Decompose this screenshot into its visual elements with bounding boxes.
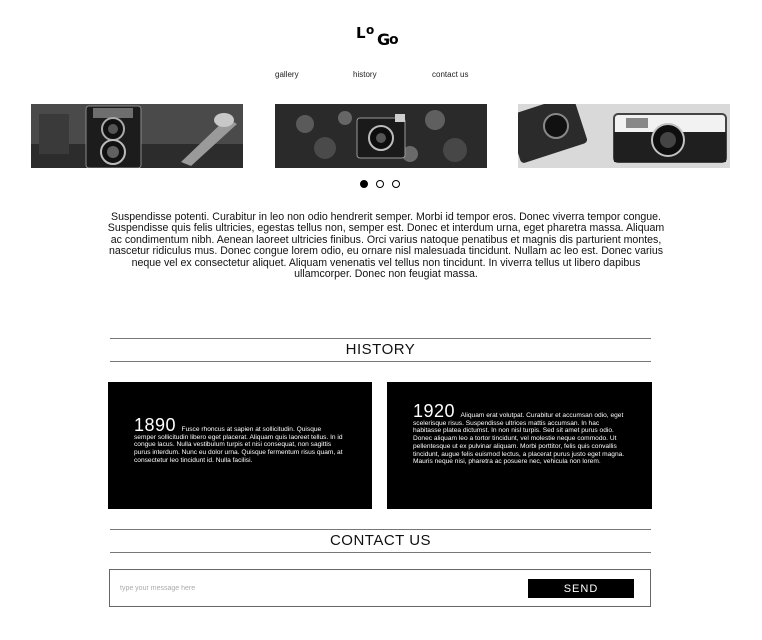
history-year-1920: 1920	[413, 401, 461, 421]
logo-letter-l: L	[356, 24, 366, 42]
contact-heading: CONTACT US	[110, 529, 651, 553]
nav-history[interactable]: history	[353, 69, 377, 81]
history-heading: HISTORY	[110, 338, 651, 362]
camera-with-flowers-photo	[275, 104, 487, 168]
intro-paragraph: Suspendisse potenti. Curabitur in leo no…	[107, 211, 665, 281]
logo[interactable]: L o G o	[356, 24, 410, 48]
history-card-1920: 1920 Aliquam erat volutpat. Curabitur et…	[387, 382, 652, 509]
history-heading-text: HISTORY	[345, 341, 416, 358]
carousel-dot-2[interactable]	[376, 180, 384, 188]
history-card-1890-body: 1890 Fusce rhoncus at sapien at sollicit…	[134, 415, 344, 465]
gallery-image-1[interactable]	[31, 104, 243, 168]
history-text-1920: Aliquam erat volutpat. Curabitur et accu…	[413, 412, 625, 466]
twin-lens-camera-photo	[31, 104, 243, 168]
nav-contact-us[interactable]: contact us	[432, 69, 468, 81]
carousel-dot-3[interactable]	[392, 180, 400, 188]
logo-letter-o2: o	[389, 32, 399, 48]
message-input[interactable]	[120, 579, 520, 597]
gallery-image-2[interactable]	[275, 104, 487, 168]
carousel-dots	[360, 180, 404, 190]
carousel-dot-1[interactable]	[360, 180, 368, 188]
vintage-cameras-photo	[518, 104, 730, 168]
history-year-1890: 1890	[134, 415, 182, 435]
gallery-image-3[interactable]	[518, 104, 730, 168]
send-button[interactable]: SEND	[528, 579, 634, 598]
contact-heading-text: CONTACT US	[329, 532, 432, 549]
history-card-1920-body: 1920 Aliquam erat volutpat. Curabitur et…	[413, 401, 628, 466]
nav-gallery[interactable]: gallery	[275, 69, 299, 81]
main-nav: gallery history contact us	[0, 69, 762, 81]
history-card-1890: 1890 Fusce rhoncus at sapien at sollicit…	[108, 382, 372, 509]
logo-letter-o1: o	[366, 23, 375, 37]
contact-form: SEND	[109, 569, 651, 607]
